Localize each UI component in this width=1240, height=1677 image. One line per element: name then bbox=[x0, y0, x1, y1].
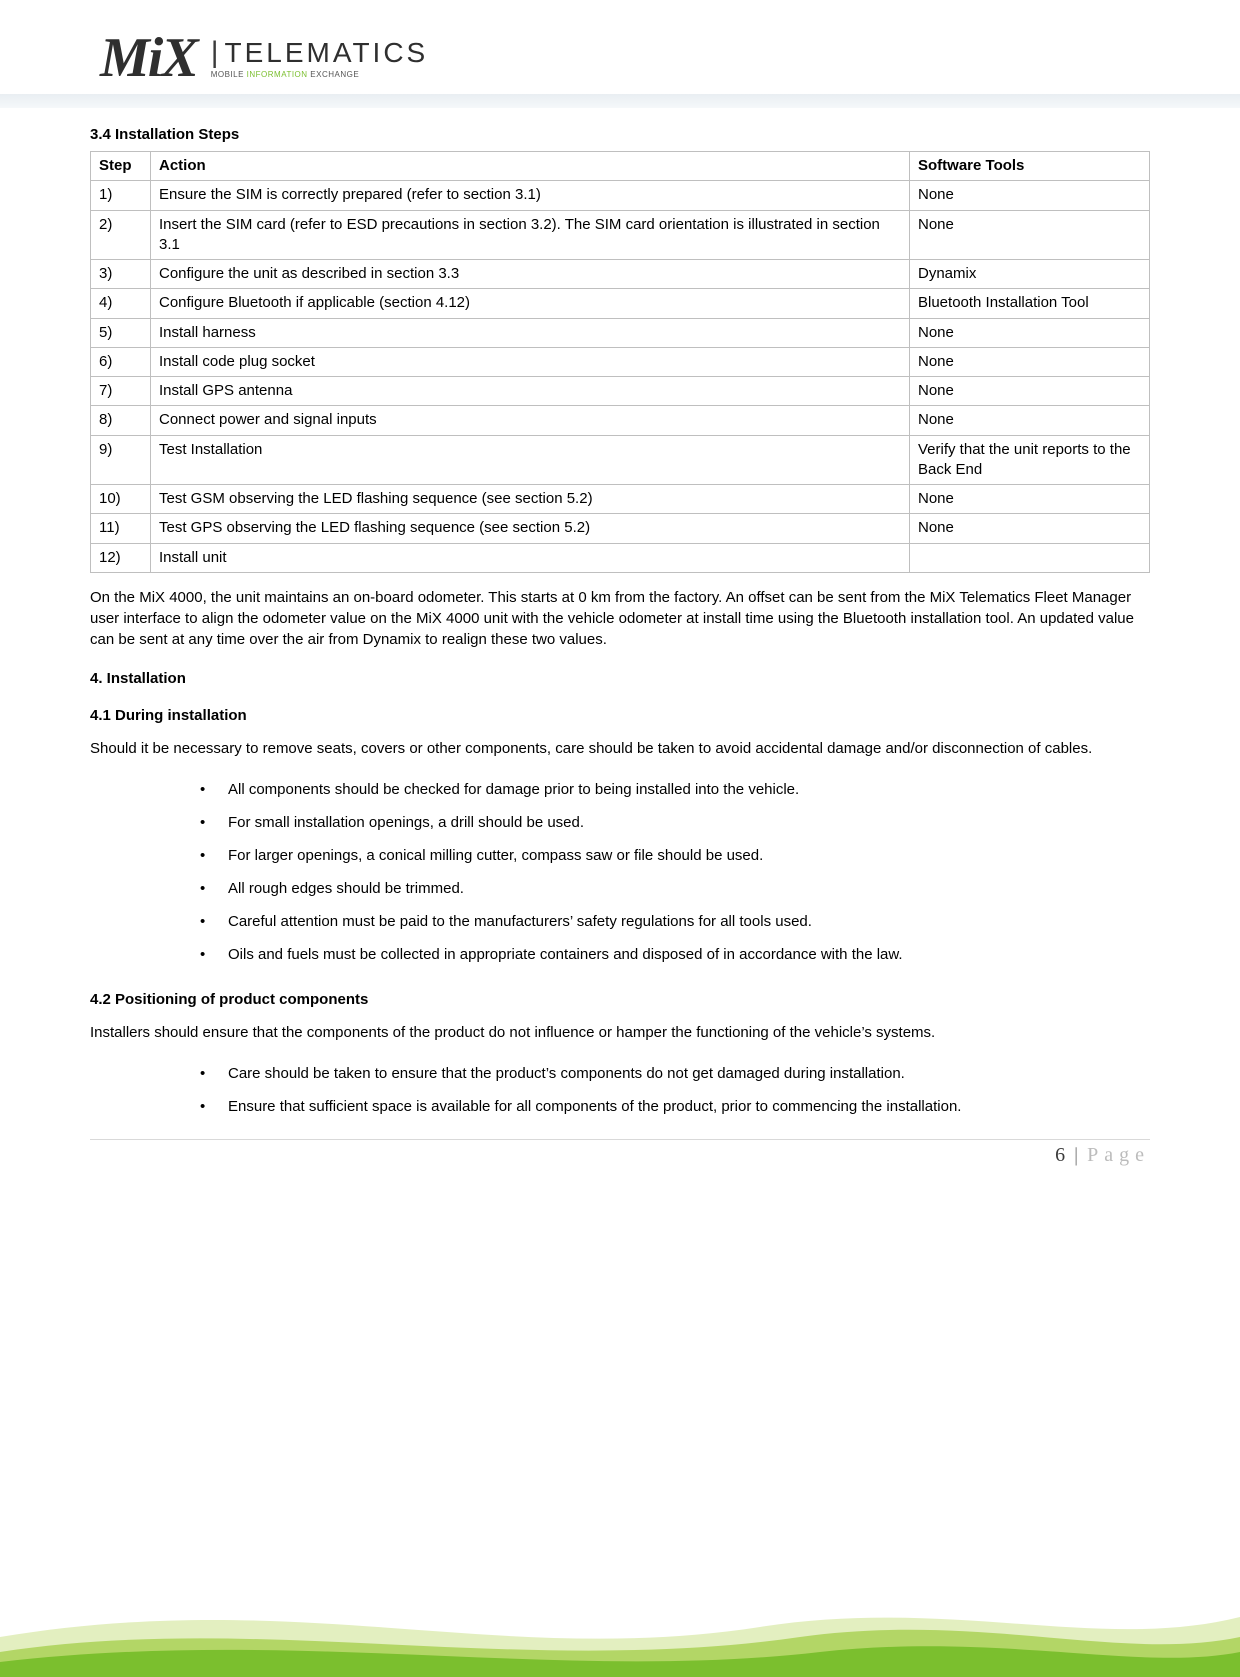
list-item: Oils and fuels must be collected in appr… bbox=[200, 938, 1150, 971]
bullet-list-4-1: All components should be checked for dam… bbox=[200, 773, 1150, 971]
col-tool: Software Tools bbox=[910, 152, 1150, 181]
cell-step: 11) bbox=[91, 514, 151, 543]
cell-tool: Bluetooth Installation Tool bbox=[910, 289, 1150, 318]
cell-tool: Dynamix bbox=[910, 260, 1150, 289]
heading-4: 4. Installation bbox=[90, 670, 1150, 687]
cell-step: 7) bbox=[91, 377, 151, 406]
table-row: 3)Configure the unit as described in sec… bbox=[91, 260, 1150, 289]
cell-tool: Verify that the unit reports to the Back… bbox=[910, 435, 1150, 485]
logo-tagline: MOBILE INFORMATION EXCHANGE bbox=[211, 70, 429, 79]
cell-tool: None bbox=[910, 406, 1150, 435]
cell-action: Install harness bbox=[151, 318, 910, 347]
table-row: 7)Install GPS antennaNone bbox=[91, 377, 1150, 406]
list-item: Careful attention must be paid to the ma… bbox=[200, 905, 1150, 938]
cell-action: Insert the SIM card (refer to ESD precau… bbox=[151, 210, 910, 260]
cell-tool: None bbox=[910, 514, 1150, 543]
heading-4-1: 4.1 During installation bbox=[90, 707, 1150, 724]
installation-steps-table: Step Action Software Tools 1)Ensure the … bbox=[90, 151, 1150, 573]
para-4-1-intro: Should it be necessary to remove seats, … bbox=[90, 738, 1150, 759]
footer-wave-graphic bbox=[0, 1557, 1240, 1677]
cell-tool: None bbox=[910, 347, 1150, 376]
table-row: 6)Install code plug socketNone bbox=[91, 347, 1150, 376]
table-row: 8)Connect power and signal inputsNone bbox=[91, 406, 1150, 435]
cell-step: 8) bbox=[91, 406, 151, 435]
col-action: Action bbox=[151, 152, 910, 181]
document-page: MiX | TELEMATICS MOBILE INFORMATION EXCH… bbox=[0, 0, 1240, 1677]
cell-step: 4) bbox=[91, 289, 151, 318]
header-band bbox=[0, 94, 1240, 108]
cell-action: Test GPS observing the LED flashing sequ… bbox=[151, 514, 910, 543]
page-word: Page bbox=[1087, 1144, 1150, 1166]
logo-mix-script: MiX bbox=[100, 30, 197, 86]
cell-step: 12) bbox=[91, 543, 151, 572]
heading-4-2: 4.2 Positioning of product components bbox=[90, 991, 1150, 1008]
cell-tool: None bbox=[910, 318, 1150, 347]
cell-action: Test GSM observing the LED flashing sequ… bbox=[151, 485, 910, 514]
cell-action: Test Installation bbox=[151, 435, 910, 485]
table-header-row: Step Action Software Tools bbox=[91, 152, 1150, 181]
bullet-list-4-2: Care should be taken to ensure that the … bbox=[200, 1057, 1150, 1123]
cell-step: 6) bbox=[91, 347, 151, 376]
list-item: For larger openings, a conical milling c… bbox=[200, 839, 1150, 872]
cell-action: Configure Bluetooth if applicable (secti… bbox=[151, 289, 910, 318]
para-4-2-intro: Installers should ensure that the compon… bbox=[90, 1022, 1150, 1043]
table-row: 12)Install unit bbox=[91, 543, 1150, 572]
cell-action: Install unit bbox=[151, 543, 910, 572]
page-num-value: 6 bbox=[1055, 1144, 1065, 1166]
cell-action: Install GPS antenna bbox=[151, 377, 910, 406]
cell-tool: None bbox=[910, 485, 1150, 514]
table-row: 1)Ensure the SIM is correctly prepared (… bbox=[91, 181, 1150, 210]
list-item: For small installation openings, a drill… bbox=[200, 806, 1150, 839]
cell-step: 2) bbox=[91, 210, 151, 260]
tagline-green: INFORMATION bbox=[247, 70, 308, 79]
table-row: 9)Test InstallationVerify that the unit … bbox=[91, 435, 1150, 485]
cell-step: 1) bbox=[91, 181, 151, 210]
table-row: 5)Install harnessNone bbox=[91, 318, 1150, 347]
table-row: 10)Test GSM observing the LED flashing s… bbox=[91, 485, 1150, 514]
list-item: All components should be checked for dam… bbox=[200, 773, 1150, 806]
logo-telematics-word: TELEMATICS bbox=[225, 39, 429, 67]
cell-tool bbox=[910, 543, 1150, 572]
page-number: 6 | Page bbox=[90, 1144, 1150, 1167]
list-item: All rough edges should be trimmed. bbox=[200, 872, 1150, 905]
table-row: 11)Test GPS observing the LED flashing s… bbox=[91, 514, 1150, 543]
page-num-sep: | bbox=[1074, 1144, 1078, 1166]
cell-step: 3) bbox=[91, 260, 151, 289]
tagline-pre: MOBILE bbox=[211, 70, 247, 79]
cell-action: Connect power and signal inputs bbox=[151, 406, 910, 435]
cell-step: 5) bbox=[91, 318, 151, 347]
cell-tool: None bbox=[910, 210, 1150, 260]
cell-action: Install code plug socket bbox=[151, 347, 910, 376]
list-item: Care should be taken to ensure that the … bbox=[200, 1057, 1150, 1090]
table-row: 4)Configure Bluetooth if applicable (sec… bbox=[91, 289, 1150, 318]
cell-step: 9) bbox=[91, 435, 151, 485]
cell-tool: None bbox=[910, 181, 1150, 210]
brand-logo: MiX | TELEMATICS MOBILE INFORMATION EXCH… bbox=[90, 30, 1150, 86]
logo-telematics-block: | TELEMATICS MOBILE INFORMATION EXCHANGE bbox=[211, 38, 429, 79]
tagline-post: EXCHANGE bbox=[308, 70, 360, 79]
cell-tool: None bbox=[910, 377, 1150, 406]
logo-divider: | bbox=[211, 38, 219, 68]
cell-action: Configure the unit as described in secti… bbox=[151, 260, 910, 289]
footer-rule bbox=[90, 1139, 1150, 1140]
cell-step: 10) bbox=[91, 485, 151, 514]
list-item: Ensure that sufficient space is availabl… bbox=[200, 1090, 1150, 1123]
col-step: Step bbox=[91, 152, 151, 181]
page-content: 3.4 Installation Steps Step Action Softw… bbox=[90, 126, 1150, 1167]
odometer-paragraph: On the MiX 4000, the unit maintains an o… bbox=[90, 587, 1150, 650]
cell-action: Ensure the SIM is correctly prepared (re… bbox=[151, 181, 910, 210]
table-row: 2)Insert the SIM card (refer to ESD prec… bbox=[91, 210, 1150, 260]
heading-3-4: 3.4 Installation Steps bbox=[90, 126, 1150, 143]
